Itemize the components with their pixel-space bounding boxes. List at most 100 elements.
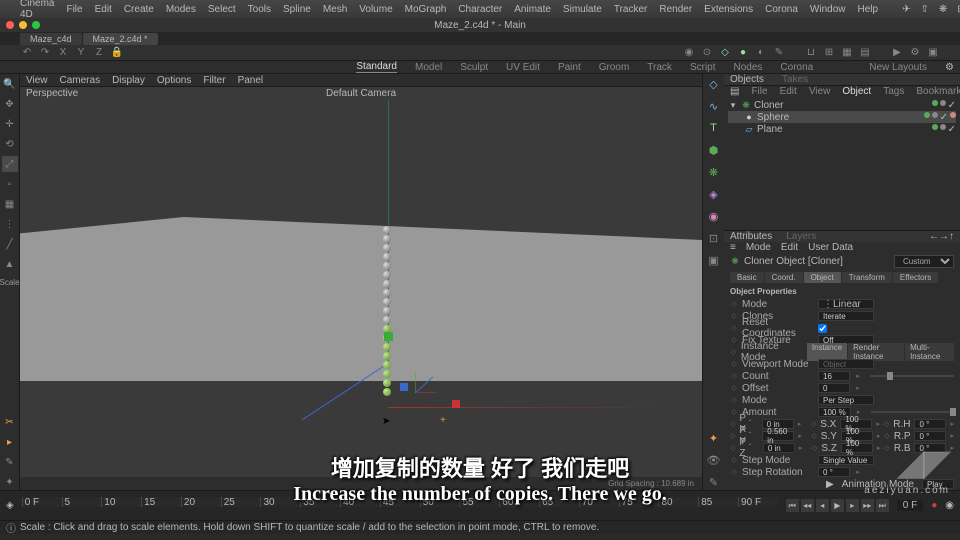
traffic-lights[interactable] — [6, 21, 40, 29]
tree-item-cloner[interactable]: ▾ ❋ Cloner ✓ — [728, 99, 956, 111]
scale-icon[interactable]: ⤢ — [2, 156, 18, 172]
doctab-active[interactable]: Maze_2.c4d * — [83, 33, 158, 45]
polygon-icon[interactable]: ▲ — [2, 256, 18, 272]
clones-dropdown[interactable]: Iterate — [818, 311, 874, 321]
pen-icon[interactable]: ✎ — [772, 46, 786, 60]
file-icon[interactable]: ▤ — [730, 86, 739, 97]
render-view-icon[interactable]: ▶ — [890, 46, 904, 60]
next-key-icon[interactable]: ▸▸ — [861, 499, 874, 512]
spline-prim-icon[interactable]: ∿ — [706, 98, 722, 114]
lock-icon[interactable]: 🔒 — [110, 46, 124, 60]
extrude-icon[interactable]: ▸ — [2, 434, 18, 450]
knife-icon[interactable]: ✂ — [2, 414, 18, 430]
workplane-icon[interactable]: ▤ — [858, 46, 872, 60]
attributes-header: Attributes Layers ← → ↑ — [724, 230, 960, 242]
redo-icon[interactable]: ↷ — [38, 46, 52, 60]
camera-icon[interactable]: ▣ — [706, 252, 722, 268]
cube-icon[interactable]: ◇ — [718, 46, 732, 60]
eye-icon[interactable]: 👁 — [706, 452, 722, 468]
vpmode-dropdown[interactable]: Object — [818, 359, 874, 369]
expand-icon[interactable]: ▾ — [728, 100, 738, 110]
amount-slider[interactable] — [871, 411, 954, 413]
edit-icon[interactable]: ✎ — [706, 474, 722, 490]
up-icon[interactable]: ↑ — [949, 231, 954, 242]
axis-y-icon[interactable]: Y — [74, 46, 88, 60]
cube-prim-icon[interactable]: ◇ — [706, 76, 722, 92]
next-frame-icon[interactable]: ▸ — [846, 499, 859, 512]
play-icon[interactable]: ▶ — [831, 499, 844, 512]
tree-item-plane[interactable]: ▱ Plane ✓ — [728, 123, 956, 135]
atom-icon[interactable]: ⬢ — [706, 142, 722, 158]
model-icon[interactable]: ▫ — [2, 176, 18, 192]
doctab[interactable]: Maze_c4d — [20, 33, 82, 45]
left-toolbar: 🔍 ✥ ✛ ⟲ ⤢ ▫ ▦ ⋮ ╱ ▲ Scale ✂ ▸ ✎ ✦ — [0, 74, 20, 490]
mode2-dropdown[interactable]: Per Step — [818, 395, 874, 405]
search-icon[interactable]: 🔍 — [2, 76, 18, 92]
key-icon[interactable]: ◈ — [6, 500, 14, 511]
edge-icon[interactable]: ╱ — [2, 236, 18, 252]
move-icon[interactable]: ✛ — [2, 116, 18, 132]
app-menu[interactable]: Cinema 4D — [20, 0, 54, 20]
render-icon[interactable]: ◉ — [682, 46, 696, 60]
vertex-icon[interactable]: ⋮ — [2, 216, 18, 232]
gear-icon[interactable]: ⚙ — [908, 46, 922, 60]
brush-icon[interactable]: ✎ — [2, 454, 18, 470]
rotate-icon[interactable]: ⟲ — [2, 136, 18, 152]
status-bar: ⓘ Scale : Click and drag to scale elemen… — [0, 520, 960, 534]
prev-frame-icon[interactable]: ◂ — [816, 499, 829, 512]
viewport[interactable]: View Cameras Display Options Filter Pane… — [20, 74, 702, 490]
tool-label: Scale — [0, 278, 20, 287]
playback-controls: ⏮ ◂◂ ◂ ▶ ▸ ▸▸ ⏭ — [786, 499, 889, 512]
count-slider[interactable] — [870, 375, 954, 377]
offset-field[interactable]: 0 — [818, 383, 850, 393]
viewport-canvas[interactable]: ➤ + — [20, 100, 702, 477]
timeline[interactable]: ◈ 0 F51015202530354045505560657075808590… — [0, 490, 960, 520]
text-icon[interactable]: T — [706, 120, 722, 136]
prev-key-icon[interactable]: ◂◂ — [801, 499, 814, 512]
handle-y[interactable] — [384, 332, 393, 341]
viewport-menu: View Cameras Display Options Filter Pane… — [20, 74, 702, 87]
count-field[interactable]: 16 — [818, 371, 850, 381]
custom-dropdown[interactable]: Custom — [894, 255, 954, 268]
picture-icon[interactable]: ▣ — [926, 46, 940, 60]
deformer-icon[interactable]: ◈ — [706, 186, 722, 202]
reset-checkbox[interactable] — [818, 324, 827, 333]
handle-z[interactable] — [400, 383, 408, 391]
object-tree[interactable]: ▾ ❋ Cloner ✓ ● Sphere ✓ ▱ Plane ✓ — [724, 97, 960, 230]
grid-icon[interactable]: ▦ — [840, 46, 854, 60]
sphere-icon[interactable]: ● — [736, 46, 750, 60]
live-select-icon[interactable]: ✥ — [2, 96, 18, 112]
timeline-track[interactable]: 0 F51015202530354045505560657075808590 F — [22, 497, 778, 515]
tree-item-sphere[interactable]: ● Sphere ✓ — [728, 111, 956, 123]
goto-start-icon[interactable]: ⏮ — [786, 499, 799, 512]
snap-icon[interactable]: ⊞ — [822, 46, 836, 60]
record-icon[interactable]: ● — [931, 500, 937, 511]
autokey-icon[interactable]: ◉ — [945, 500, 954, 511]
fwd-icon[interactable]: → — [939, 231, 949, 242]
light-prim-icon[interactable]: ⊡ — [706, 230, 722, 246]
texture-icon[interactable]: ▦ — [2, 196, 18, 212]
back-icon[interactable]: ← — [929, 231, 939, 242]
new-layouts[interactable]: New Layouts — [869, 62, 927, 73]
light-icon[interactable]: ◐ — [754, 46, 768, 60]
gizmo-plane[interactable] — [415, 367, 441, 393]
axis-x-icon[interactable]: X — [56, 46, 70, 60]
tag-icon[interactable]: ✦ — [706, 430, 722, 446]
target-icon[interactable]: ⊙ — [700, 46, 714, 60]
menu-icon[interactable]: ≡ — [730, 242, 736, 253]
sphere-icon: ● — [744, 112, 754, 122]
goto-end-icon[interactable]: ⏭ — [876, 499, 889, 512]
mode-dropdown[interactable]: ⋮ Linear — [818, 299, 874, 309]
field-icon[interactable]: ◉ — [706, 208, 722, 224]
handle-x[interactable] — [452, 400, 460, 408]
magnet-icon[interactable]: ⊔ — [804, 46, 818, 60]
undo-icon[interactable]: ↶ — [20, 46, 34, 60]
gear-icon[interactable]: ⚙ — [945, 62, 954, 73]
mograph-icon[interactable]: ❋ — [706, 164, 722, 180]
key-icon[interactable]: ▶ — [826, 479, 834, 490]
anim-play[interactable]: Play — [922, 479, 954, 489]
current-frame[interactable]: 0 F — [897, 500, 923, 511]
layout-standard[interactable]: Standard — [356, 61, 397, 73]
star-icon[interactable]: ✦ — [2, 474, 18, 490]
axis-z-icon[interactable]: Z — [92, 46, 106, 60]
